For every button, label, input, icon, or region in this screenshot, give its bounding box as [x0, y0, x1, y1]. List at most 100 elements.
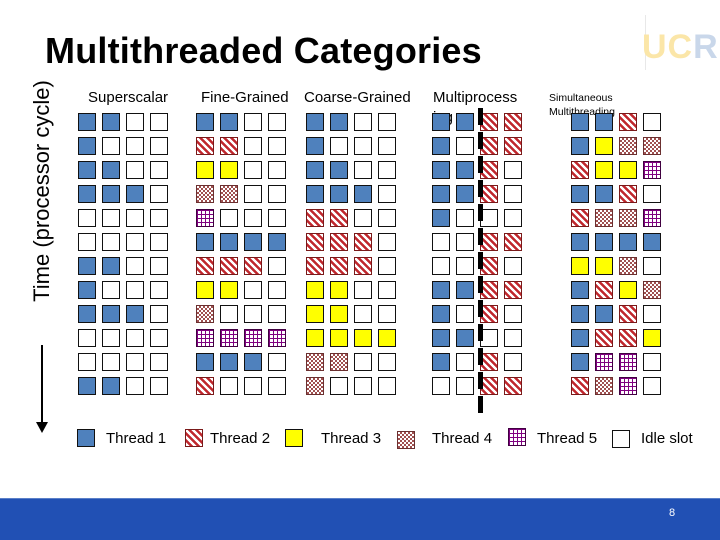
idle-slot [150, 329, 168, 347]
idle-slot [102, 281, 120, 299]
idle-slot [126, 137, 144, 155]
thread-2-slot [196, 377, 214, 395]
thread-4-slot [619, 137, 637, 155]
idle-slot [150, 161, 168, 179]
thread-3-slot [306, 305, 324, 323]
idle-slot [268, 161, 286, 179]
idle-slot [244, 377, 262, 395]
thread-2-slot [619, 329, 637, 347]
thread-1-slot [571, 305, 589, 323]
thread-3-slot [330, 281, 348, 299]
idle-slot [220, 209, 238, 227]
idle-slot [354, 281, 372, 299]
thread-2-slot [595, 281, 613, 299]
thread-1-slot [432, 353, 450, 371]
thread-2-slot [306, 257, 324, 275]
thread-2-slot [330, 209, 348, 227]
thread-1-slot [354, 185, 372, 203]
idle-slot [78, 233, 96, 251]
thread-1-slot [78, 185, 96, 203]
thread-1-slot [102, 185, 120, 203]
legend-label: Thread 5 [537, 430, 598, 447]
thread-3-slot [595, 257, 613, 275]
thread-2-slot [354, 233, 372, 251]
thread-5-slot [595, 353, 613, 371]
idle-slot [126, 233, 144, 251]
thread-1-slot [196, 113, 214, 131]
thread-2-slot [330, 257, 348, 275]
column-label-superscalar: Superscalar [88, 89, 169, 106]
idle-slot [378, 185, 396, 203]
idle-slot [150, 377, 168, 395]
thread-3-slot [306, 281, 324, 299]
thread-1-slot [571, 329, 589, 347]
thread-3-slot [595, 137, 613, 155]
thread-2-slot [619, 113, 637, 131]
thread-1-slot [571, 233, 589, 251]
thread-2-slot [220, 257, 238, 275]
thread-1-slot [595, 233, 613, 251]
idle-slot [504, 329, 522, 347]
idle-slot [220, 377, 238, 395]
thread-2-slot [220, 137, 238, 155]
thread-1-slot [432, 113, 450, 131]
idle-slot [456, 137, 474, 155]
column-label-coarse-grained: Coarse-Grained [304, 89, 411, 106]
thread-1-slot [102, 305, 120, 323]
thread-1-slot [126, 305, 144, 323]
thread-1-slot [432, 185, 450, 203]
thread-1-slot [78, 377, 96, 395]
thread-5-slot [619, 353, 637, 371]
idle-slot [432, 377, 450, 395]
thread-1-slot [595, 113, 613, 131]
thread-1-slot [456, 113, 474, 131]
thread-1-slot [306, 185, 324, 203]
idle-slot [126, 113, 144, 131]
thread-1-slot [78, 257, 96, 275]
thread-1-slot [102, 257, 120, 275]
thread-5-slot [220, 329, 238, 347]
thread-1-slot [643, 233, 661, 251]
thread-5-slot [619, 377, 637, 395]
thread-3-slot [619, 281, 637, 299]
thread-1-slot [432, 209, 450, 227]
idle-slot [504, 305, 522, 323]
thread-1-slot [102, 113, 120, 131]
thread-3-slot [619, 161, 637, 179]
thread-3-slot [643, 329, 661, 347]
legend-swatch-thread-5 [508, 428, 526, 446]
thread-4-slot [619, 257, 637, 275]
thread-4-slot [306, 353, 324, 371]
thread-4-slot [306, 377, 324, 395]
thread-1-slot [78, 137, 96, 155]
idle-slot [150, 113, 168, 131]
idle-slot [150, 137, 168, 155]
idle-slot [643, 185, 661, 203]
thread-2-slot [244, 257, 262, 275]
idle-slot [268, 113, 286, 131]
thread-4-slot [196, 305, 214, 323]
thread-2-slot [196, 137, 214, 155]
thread-1-slot [220, 233, 238, 251]
thread-1-slot [78, 305, 96, 323]
thread-1-slot [78, 281, 96, 299]
thread-3-slot [595, 161, 613, 179]
idle-slot [354, 305, 372, 323]
idle-slot [643, 377, 661, 395]
thread-1-slot [619, 233, 637, 251]
thread-1-slot [330, 161, 348, 179]
idle-slot [378, 113, 396, 131]
idle-slot [126, 257, 144, 275]
thread-2-slot [196, 257, 214, 275]
idle-slot [126, 161, 144, 179]
idle-slot [378, 161, 396, 179]
thread-5-slot [196, 329, 214, 347]
idle-slot [102, 353, 120, 371]
thread-2-slot [571, 209, 589, 227]
idle-slot [126, 209, 144, 227]
idle-slot [150, 185, 168, 203]
idle-slot [456, 377, 474, 395]
idle-slot [378, 257, 396, 275]
idle-slot [378, 305, 396, 323]
thread-4-slot [643, 281, 661, 299]
